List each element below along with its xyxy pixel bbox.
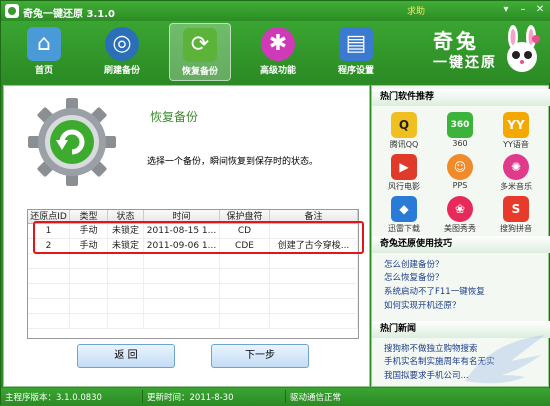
app-sogou[interactable]: S 搜狗拼音	[494, 196, 538, 236]
fengxing-icon: ▶	[391, 154, 417, 180]
header-type[interactable]: 类型	[70, 210, 108, 223]
nav-label: 首页	[34, 66, 53, 76]
app-label: 迅雷下载	[388, 224, 420, 233]
app-yy[interactable]: YY YY语音	[494, 112, 538, 152]
app-label: 腾讯QQ	[389, 140, 419, 149]
minimize-icon[interactable]: –	[515, 3, 531, 17]
table-row[interactable]: 1 手动 未锁定 2011-08-15 1... CD	[28, 224, 358, 239]
divider	[285, 390, 286, 403]
close-icon[interactable]: ✕	[532, 3, 548, 17]
app-360[interactable]: 360 360	[438, 112, 482, 152]
main-panel: 恢复备份 选择一个备份，瞬间恢复到保存时的状态。 还原点ID 类型 状态 时间 …	[3, 85, 370, 387]
nav-label: 恢复备份	[181, 67, 218, 77]
app-label: 360	[452, 139, 468, 148]
nav-advanced[interactable]: ✱ 高级功能	[247, 23, 309, 81]
empty-row	[28, 299, 358, 314]
cell-status: 未锁定	[108, 239, 144, 253]
cell-time: 2011-09-06 1...	[144, 239, 220, 253]
tip-link[interactable]: 如何实现开机还原？	[384, 299, 461, 311]
header-id[interactable]: 还原点ID	[28, 210, 70, 223]
app-logo-icon	[5, 4, 19, 18]
yy-icon: YY	[503, 112, 529, 138]
cell-id: 2	[28, 239, 70, 253]
menu-icon[interactable]: ▾	[498, 3, 514, 17]
table-row[interactable]: 2 手动 未锁定 2011-09-06 1... CDE 创建了古今穿梭...	[28, 239, 358, 254]
app-meitu[interactable]: ❀ 美图秀秀	[438, 196, 482, 236]
tip-link[interactable]: 怎么创建备份？	[384, 258, 444, 270]
app-label: 多米音乐	[500, 182, 532, 191]
xunlei-icon: ◆	[391, 196, 417, 222]
tips-title: 奇兔还原使用技巧	[372, 236, 550, 253]
update-time-text: 更新时间：2011-8-30	[147, 393, 234, 403]
status-bar: 主程序版本：3.1.0.0830 更新时间：2011-8-30 驱动通信正常	[1, 388, 550, 406]
backup-table: 还原点ID 类型 状态 时间 保护盘符 备注 1 手动 未锁定 2011-08-…	[27, 209, 359, 339]
backup-disc-icon: ◎	[105, 27, 139, 61]
cell-type: 手动	[70, 239, 108, 253]
cell-note: 创建了古今穿梭...	[270, 239, 358, 253]
page-title: 恢复备份	[150, 110, 199, 124]
header-note[interactable]: 备注	[270, 210, 358, 223]
header-status[interactable]: 状态	[108, 210, 144, 223]
restore-gear-icon	[28, 98, 116, 186]
duomi-icon: ✺	[503, 154, 529, 180]
molecule-icon: ✱	[261, 27, 295, 61]
meitu-icon: ❀	[447, 196, 473, 222]
cell-time: 2011-08-15 1...	[144, 224, 220, 238]
window-title: 奇兔一键还原 3.1.0	[23, 9, 115, 20]
divider	[142, 390, 143, 403]
help-link[interactable]: 求助	[407, 4, 425, 17]
next-button[interactable]: 下一步	[211, 344, 309, 368]
empty-row	[28, 284, 358, 299]
page-description: 选择一个备份，瞬间恢复到保存时的状态。	[147, 157, 319, 167]
qq-icon: Q	[391, 112, 417, 138]
cell-id: 1	[28, 224, 70, 238]
app-fengxing[interactable]: ▶ 风行电影	[382, 154, 426, 194]
tip-link[interactable]: 系统启动不了F11一键恢复	[384, 285, 485, 297]
restore-gear-icon: ⟳	[183, 28, 217, 62]
nav-restore-backup[interactable]: ⟳ 恢复备份	[169, 23, 231, 81]
app-label: 美图秀秀	[444, 224, 476, 233]
360-icon: 360	[447, 112, 473, 138]
app-xunlei[interactable]: ◆ 迅雷下载	[382, 196, 426, 236]
empty-row	[28, 314, 358, 329]
nav-label: 高级功能	[259, 66, 296, 76]
empty-row	[28, 269, 358, 284]
app-label: 风行电影	[388, 182, 420, 191]
app-qq[interactable]: Q 腾讯QQ	[382, 112, 426, 152]
back-button[interactable]: 返 回	[77, 344, 175, 368]
table-header: 还原点ID 类型 状态 时间 保护盘符 备注	[28, 210, 358, 224]
nav-settings[interactable]: ▤ 程序设置	[325, 23, 387, 81]
watermark-wing-icon	[465, 335, 545, 384]
app-window: 奇兔一键还原 3.1.0 求助 ▾ – ✕ ⌂ 首页 ◎ 刷建备份 ⟳ 恢复备份…	[0, 0, 550, 406]
driver-status-text: 驱动通信正常	[290, 393, 342, 403]
title-bar: 奇兔一键还原 3.1.0 求助 ▾ – ✕	[1, 1, 550, 21]
settings-screen-icon: ▤	[339, 27, 373, 61]
tip-link[interactable]: 怎么恢复备份？	[384, 271, 444, 283]
cell-note	[270, 224, 358, 238]
header-time[interactable]: 时间	[144, 210, 220, 223]
version-text: 主程序版本：3.1.0.0830	[5, 393, 102, 403]
rabbit-mascot-icon	[507, 25, 540, 72]
cell-type: 手动	[70, 224, 108, 238]
top-nav: ⌂ 首页 ◎ 刷建备份 ⟳ 恢复备份 ✱ 高级功能 ▤ 程序设置 奇兔 一键还原	[1, 21, 550, 83]
cell-status: 未锁定	[108, 224, 144, 238]
nav-label: 刷建备份	[103, 66, 140, 76]
news-link[interactable]: 我国拟要求手机公司...	[384, 369, 469, 381]
recommend-title: 热门软件推荐	[372, 89, 550, 106]
empty-row	[28, 254, 358, 269]
header-drives[interactable]: 保护盘符	[220, 210, 270, 223]
app-label: PPS	[452, 181, 468, 190]
nav-create-backup[interactable]: ◎ 刷建备份	[91, 23, 153, 81]
pps-icon: ☺	[447, 154, 473, 180]
nav-label: 程序设置	[337, 66, 374, 76]
cell-drives: CD	[220, 224, 270, 238]
nav-home[interactable]: ⌂ 首页	[13, 23, 75, 81]
cell-drives: CDE	[220, 239, 270, 253]
home-icon: ⌂	[27, 27, 61, 61]
app-duomi[interactable]: ✺ 多米音乐	[494, 154, 538, 194]
app-pps[interactable]: ☺ PPS	[438, 154, 482, 194]
sogou-icon: S	[503, 196, 529, 222]
app-label: YY语音	[503, 140, 529, 149]
app-label: 搜狗拼音	[500, 224, 532, 233]
